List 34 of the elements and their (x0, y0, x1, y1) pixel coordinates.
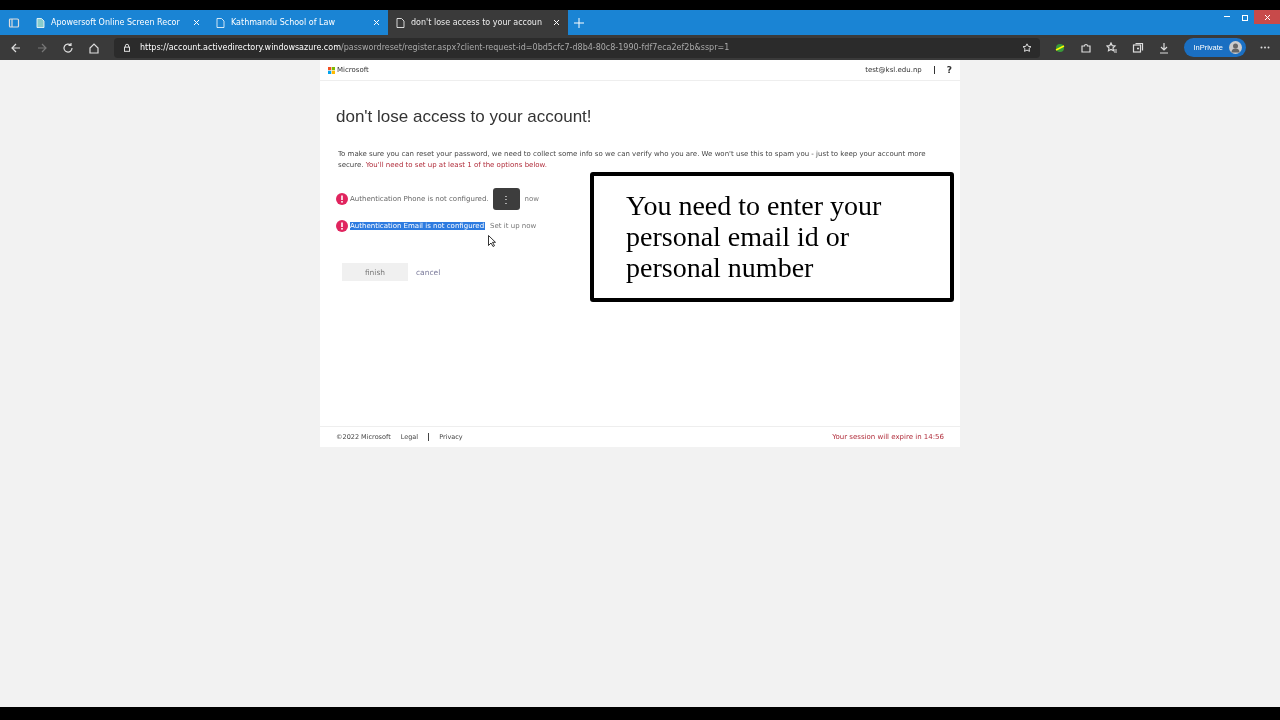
new-tab-icon[interactable] (574, 17, 584, 28)
logo-icon (328, 66, 335, 74)
page-title: don't lose access to your account! (336, 107, 593, 127)
forward-icon[interactable] (36, 41, 48, 54)
avatar-icon (1229, 41, 1242, 54)
page-icon (396, 17, 405, 28)
download-icon[interactable] (1158, 41, 1171, 54)
home-icon[interactable] (88, 41, 100, 54)
lock-icon[interactable] (122, 42, 132, 53)
tab-title: Apowersoft Online Screen Recor (51, 18, 181, 27)
address-bar[interactable]: https://account.activedirectory.windowsazure.com/passwordreset/register.aspx?client-request-id=0bd5cfc7-d8b4-80c8-1990-fdf7eca2ef2b&sspr=1 (114, 37, 1041, 58)
back-icon[interactable] (10, 41, 22, 54)
favorites-icon[interactable] (1106, 41, 1119, 54)
browser-tab[interactable]: don't lose access to your accoun (388, 10, 568, 35)
extension-icon[interactable] (1054, 41, 1067, 54)
reload-icon[interactable] (62, 41, 74, 54)
help-link[interactable]: ? (946, 65, 952, 75)
menu-button[interactable]: ⋮ (492, 188, 520, 210)
page-icon (216, 17, 225, 28)
tab-title: Kathmandu School of Law (231, 18, 336, 27)
browser-tab[interactable]: Apowersoft Online Screen Recor (28, 10, 208, 35)
tab-title: don't lose access to your accoun (411, 18, 543, 27)
browser-tab[interactable]: Kathmandu School of Law (208, 10, 388, 35)
more-icon[interactable] (1260, 46, 1270, 49)
collections-icon[interactable] (1132, 41, 1145, 54)
url-text: https://account.activedirectory.windowsazure.com/passwordreset/register.aspx?client-request-id=0bd5cfc7-d8b4-80c8-1990-fdf7eca2ef2b&sspr=1 (140, 43, 730, 52)
warning-icon (336, 220, 348, 232)
annotation-callout: You need to enter your personal email id or personal number (590, 172, 954, 302)
close-icon[interactable] (553, 19, 560, 26)
cursor-icon (488, 235, 496, 247)
warning-icon (336, 193, 348, 205)
tab-actions-icon[interactable] (8, 16, 20, 29)
favorite-star-icon[interactable] (1022, 42, 1033, 53)
page-icon (36, 17, 45, 28)
